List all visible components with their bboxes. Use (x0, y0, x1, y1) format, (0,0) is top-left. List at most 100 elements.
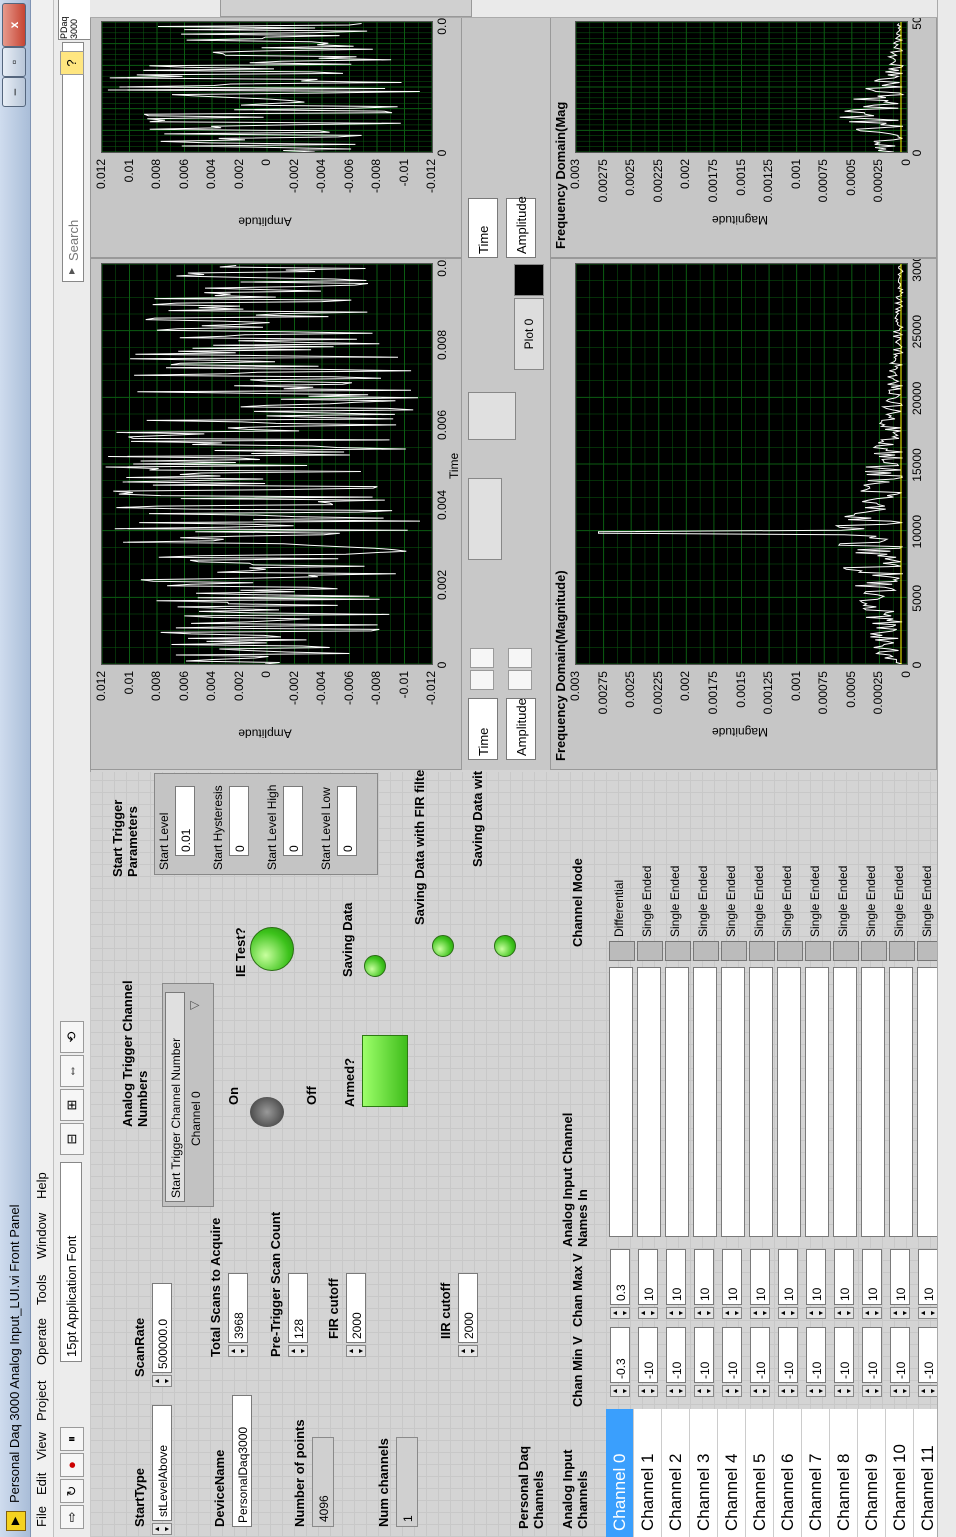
start-level-input[interactable]: 0.01 (175, 786, 195, 856)
chan-min-v-input[interactable]: -10 (722, 1327, 742, 1383)
chan-min-v-input[interactable]: -10 (890, 1327, 910, 1383)
channel-name-input[interactable] (721, 967, 745, 1237)
start-level-high-input[interactable]: 0 (283, 786, 303, 856)
channel-mode-value[interactable]: Single Ended (640, 866, 654, 937)
scan-rate-arrows[interactable]: ▲ ▼ (152, 1375, 172, 1387)
search-input[interactable]: Search (62, 42, 84, 282)
channel-name-input[interactable] (693, 967, 717, 1237)
close-button[interactable]: x (2, 3, 26, 47)
fir-cutoff-arrows[interactable]: ▲ ▼ (346, 1345, 366, 1357)
mode-ring-arrows[interactable] (637, 941, 663, 961)
start-type-ring[interactable]: stLevelAbove (152, 1405, 172, 1521)
chan-max-v-input[interactable]: 10 (750, 1249, 770, 1305)
horizontal-scrollbar[interactable] (937, 0, 956, 1537)
plot-legend[interactable]: Plot 0 (514, 298, 544, 370)
vertical-scrollbar[interactable] (90, 0, 937, 18)
menu-view[interactable]: View (34, 1432, 49, 1460)
chan-max-v-arrows[interactable]: ▲ ▼ (694, 1307, 714, 1319)
lock-icon[interactable] (508, 670, 532, 690)
chan-max-v-arrows[interactable]: ▲ ▼ (666, 1307, 686, 1319)
chan-max-v-input[interactable]: 10 (638, 1249, 658, 1305)
chan-max-v-input[interactable]: 10 (834, 1249, 854, 1305)
chan-min-v-arrows[interactable]: ▲ ▼ (694, 1385, 714, 1397)
chan-min-v-arrows[interactable]: ▲ ▼ (806, 1385, 826, 1397)
chan-max-v-arrows[interactable]: ▲ ▼ (890, 1307, 910, 1319)
scale-legend-1[interactable]: Amplitude (506, 698, 536, 760)
menu-help[interactable]: Help (34, 1172, 49, 1199)
chan-max-v-arrows[interactable]: ▲ ▼ (806, 1307, 826, 1319)
chan-max-v-input[interactable]: 10 (722, 1249, 742, 1305)
menu-operate[interactable]: Operate (34, 1318, 49, 1365)
menu-window[interactable]: Window (34, 1213, 49, 1259)
trigger-channel-value[interactable]: Channel 0 (189, 1091, 203, 1146)
reorder-icon[interactable]: ⟲ (60, 1021, 84, 1053)
help-icon[interactable]: ? (60, 51, 84, 75)
chan-max-v-input[interactable]: 10 (862, 1249, 882, 1305)
channel-name-input[interactable] (805, 967, 829, 1237)
chan-min-v-arrows[interactable]: ▲ ▼ (862, 1385, 882, 1397)
channel-row-label[interactable]: Channel 3 (690, 1409, 718, 1537)
channel-row-label[interactable]: Channel 1 (634, 1409, 662, 1537)
abort-icon[interactable]: ● (60, 1453, 84, 1477)
channel-mode-value[interactable]: Single Ended (780, 866, 794, 937)
chan-max-v-input[interactable]: 10 (890, 1249, 910, 1305)
scan-rate-input[interactable]: 500000.0 (152, 1283, 172, 1373)
scale-legend-2-1[interactable]: Amplitude (506, 196, 536, 258)
autoscale-icon[interactable] (508, 648, 532, 668)
chan-min-v-input[interactable]: -10 (834, 1327, 854, 1383)
channel-name-input[interactable] (609, 967, 633, 1237)
chan-min-v-input[interactable]: -10 (694, 1327, 714, 1383)
channel-row-label[interactable]: Channel 6 (774, 1409, 802, 1537)
channel-mode-value[interactable]: Single Ended (724, 866, 738, 937)
chan-min-v-input[interactable]: -0.3 (610, 1327, 630, 1383)
run-continuously-icon[interactable]: ↻ (60, 1479, 84, 1503)
chan-min-v-input[interactable]: -10 (918, 1327, 938, 1383)
chan-min-v-input[interactable]: -10 (750, 1327, 770, 1383)
chan-max-v-arrows[interactable]: ▲ ▼ (918, 1307, 938, 1319)
mode-ring-arrows[interactable] (833, 941, 859, 961)
channel-mode-value[interactable]: Single Ended (808, 866, 822, 937)
chan-min-v-arrows[interactable]: ▲ ▼ (638, 1385, 658, 1397)
chan-max-v-arrows[interactable]: ▲ ▼ (778, 1307, 798, 1319)
chan-min-v-arrows[interactable]: ▲ ▼ (750, 1385, 770, 1397)
chan-max-v-arrows[interactable]: ▲ ▼ (862, 1307, 882, 1319)
mode-ring-arrows[interactable] (805, 941, 831, 961)
chan-min-v-input[interactable]: -10 (806, 1327, 826, 1383)
chan-min-v-input[interactable]: -10 (862, 1327, 882, 1383)
pretrigger-arrows[interactable]: ▲ ▼ (288, 1345, 308, 1357)
graph-freq1-plot[interactable] (575, 263, 908, 665)
mode-ring-arrows[interactable] (609, 941, 635, 961)
lock-icon[interactable] (470, 670, 494, 690)
chan-min-v-input[interactable]: -10 (666, 1327, 686, 1383)
channel-mode-value[interactable]: Differential (612, 880, 626, 937)
channel-mode-value[interactable]: Single Ended (920, 866, 934, 937)
distribute-objects-icon[interactable]: ⊞ (60, 1089, 84, 1121)
channel-name-input[interactable] (833, 967, 857, 1237)
chan-max-v-arrows[interactable]: ▲ ▼ (638, 1307, 658, 1319)
pretrigger-input[interactable]: 128 (288, 1273, 308, 1343)
channel-name-input[interactable] (861, 967, 885, 1237)
chan-min-v-arrows[interactable]: ▲ ▼ (834, 1385, 854, 1397)
channel-row-label[interactable]: Channel 7 (802, 1409, 830, 1537)
channel-row-label[interactable]: Channel 2 (662, 1409, 690, 1537)
scale-legend-0[interactable]: Time (468, 698, 498, 760)
channel-row-label[interactable]: Channel 9 (858, 1409, 886, 1537)
graph-freq2-plot[interactable] (575, 21, 908, 153)
channel-name-input[interactable] (749, 967, 773, 1237)
start-type-arrows[interactable]: ▲ ▼ (152, 1523, 172, 1535)
chan-max-v-arrows[interactable]: ▲ ▼ (610, 1307, 630, 1319)
scrollbar-thumb[interactable] (220, 0, 472, 17)
chan-max-v-input[interactable]: 10 (778, 1249, 798, 1305)
mode-ring-arrows[interactable] (861, 941, 887, 961)
chan-min-v-arrows[interactable]: ▲ ▼ (666, 1385, 686, 1397)
channel-row-label[interactable]: Channel 10 (886, 1409, 914, 1537)
mode-ring-arrows[interactable] (721, 941, 747, 961)
autoscale-icon[interactable] (470, 648, 494, 668)
channel-row-label[interactable]: Channel 5 (746, 1409, 774, 1537)
channel-mode-value[interactable]: Single Ended (864, 866, 878, 937)
pan-icon[interactable] (468, 392, 516, 440)
channel-name-input[interactable] (665, 967, 689, 1237)
chan-max-v-input[interactable]: 10 (806, 1249, 826, 1305)
channel-mode-value[interactable]: Single Ended (892, 866, 906, 937)
graph-time2-plot[interactable] (101, 21, 433, 153)
